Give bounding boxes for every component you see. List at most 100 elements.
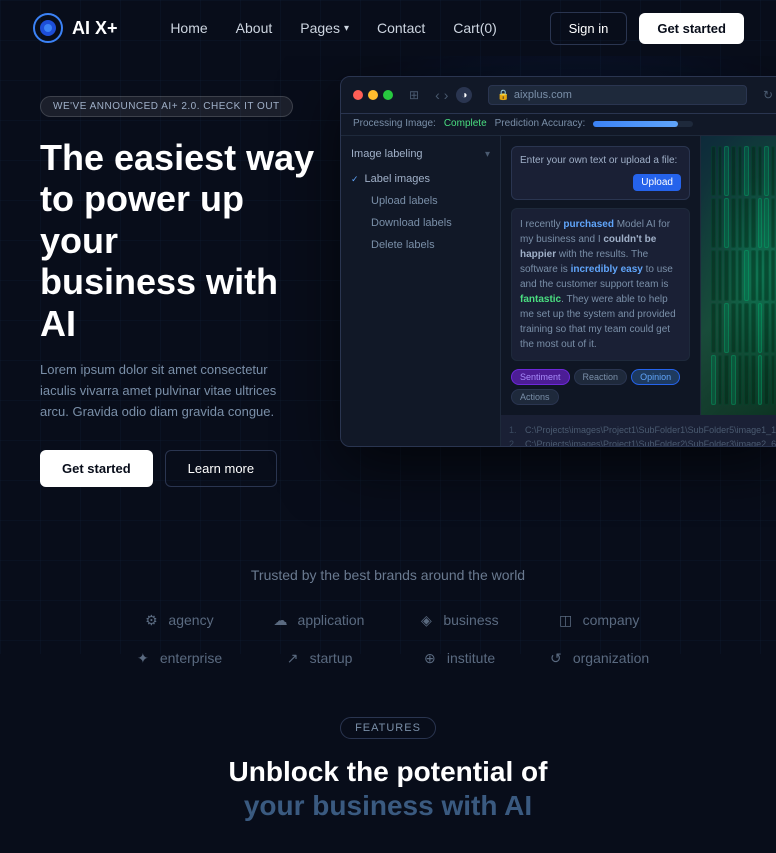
sidebar-item-delete-labels[interactable]: Delete labels xyxy=(341,234,500,256)
company-icon: ◫ xyxy=(557,611,575,629)
accuracy-label: Prediction Accuracy: xyxy=(495,118,586,129)
main-content: Enter your own text or upload a file: Up… xyxy=(501,136,776,446)
browser-mockup: ⊞ ‹ › ◑ 🔒 aixplus.com ↻ Processing Image… xyxy=(340,76,776,447)
brand-agency-label: agency xyxy=(168,612,213,628)
address-bar[interactable]: 🔒 aixplus.com xyxy=(488,85,747,105)
accuracy-bar xyxy=(593,121,693,127)
logo-icon xyxy=(32,12,64,44)
check-icon: ✓ xyxy=(351,174,359,185)
tag-actions[interactable]: Actions xyxy=(511,389,559,405)
chat-input-area: Enter your own text or upload a file: Up… xyxy=(511,146,690,200)
nav-home[interactable]: Home xyxy=(170,20,207,36)
sidebar-expand-icon[interactable]: ▾ xyxy=(485,149,490,160)
chat-tags: Sentiment Reaction Opinion Actions xyxy=(511,369,690,405)
file-list-item-2: 2. C:\Projects\images\Project1\SubFolder… xyxy=(509,437,776,447)
features-badge: Features xyxy=(340,717,436,739)
tag-opinion[interactable]: Opinion xyxy=(631,369,680,385)
chat-message: I recently purchased Model AI for my bus… xyxy=(511,208,690,361)
sidebar-title: Image labeling xyxy=(351,148,423,160)
nav-about[interactable]: About xyxy=(236,20,273,36)
brand-business[interactable]: ◈ business xyxy=(388,611,528,629)
business-icon: ◈ xyxy=(417,611,435,629)
address-text: aixplus.com xyxy=(514,89,572,101)
features-title-line2: your business with AI xyxy=(32,789,744,823)
hero-buttons: Get started Learn more xyxy=(40,450,320,487)
brand-company-label: company xyxy=(583,612,640,628)
nav-pages[interactable]: Pages ▾ xyxy=(300,20,349,36)
tag-reaction[interactable]: Reaction xyxy=(574,369,628,385)
signin-button[interactable]: Sign in xyxy=(550,12,628,45)
tag-sentiment[interactable]: Sentiment xyxy=(511,369,570,385)
processing-status: Complete xyxy=(444,118,487,129)
nav-cart[interactable]: Cart(0) xyxy=(453,20,497,36)
nav-links: Home About Pages ▾ Contact Cart(0) xyxy=(170,20,497,36)
brands-grid: ⚙ agency ☁ application ◈ business ◫ comp… xyxy=(108,611,668,667)
sidebar-panel: Image labeling ▾ ✓ Label images Upload l… xyxy=(341,136,501,446)
top-row: Enter your own text or upload a file: Up… xyxy=(501,136,776,415)
file-list-panel: 1. C:\Projects\images\Project1\SubFolder… xyxy=(501,415,776,447)
browser-content: Image labeling ▾ ✓ Label images Upload l… xyxy=(341,136,776,446)
accuracy-fill xyxy=(593,121,678,127)
navbar: AI X+ Home About Pages ▾ Contact Cart(0)… xyxy=(0,0,776,56)
sidebar-item-label-images[interactable]: ✓ Label images xyxy=(341,168,500,190)
application-icon: ☁ xyxy=(272,611,290,629)
trusted-title: Trusted by the best brands around the wo… xyxy=(32,567,744,583)
brand-organization[interactable]: ↺ organization xyxy=(528,649,668,667)
browser-nav: ‹ › xyxy=(435,87,448,103)
dot-red xyxy=(353,90,363,100)
brand-company[interactable]: ◫ company xyxy=(528,611,668,629)
browser-dots xyxy=(353,90,393,100)
lock-icon: 🔒 xyxy=(497,90,509,101)
brand-agency[interactable]: ⚙ agency xyxy=(108,611,248,629)
brand-business-label: business xyxy=(443,612,498,628)
hero-section: We've announced AI+ 2.0. Check it out Th… xyxy=(0,56,776,527)
hero-getstarted-button[interactable]: Get started xyxy=(40,450,153,487)
organization-icon: ↺ xyxy=(547,649,565,667)
forward-icon[interactable]: › xyxy=(444,87,449,103)
theme-toggle[interactable]: ◑ xyxy=(456,87,472,103)
file-list-item-1: 1. C:\Projects\images\Project1\SubFolder… xyxy=(509,423,776,437)
announcement-badge[interactable]: We've announced AI+ 2.0. Check it out xyxy=(40,96,293,117)
hero-right: ⊞ ‹ › ◑ 🔒 aixplus.com ↻ Processing Image… xyxy=(340,56,776,527)
upload-button[interactable]: Upload xyxy=(633,174,681,191)
getstarted-nav-button[interactable]: Get started xyxy=(639,13,744,44)
dot-green xyxy=(383,90,393,100)
chat-label: Enter your own text or upload a file: xyxy=(520,155,681,166)
brand-startup-label: startup xyxy=(310,650,353,666)
keys-grid xyxy=(711,146,776,405)
processing-bar: Processing Image: Complete Prediction Ac… xyxy=(341,114,776,136)
grid-icon: ⊞ xyxy=(409,88,419,102)
nav-contact[interactable]: Contact xyxy=(377,20,425,36)
sidebar-item-download-labels[interactable]: Download labels xyxy=(341,212,500,234)
logo[interactable]: AI X+ xyxy=(32,12,118,44)
features-title-line1: Unblock the potential of xyxy=(32,755,744,789)
logo-text: AI X+ xyxy=(72,18,118,39)
brand-enterprise-label: enterprise xyxy=(160,650,222,666)
brand-enterprise[interactable]: ✦ enterprise xyxy=(108,649,248,667)
hero-learnmore-button[interactable]: Learn more xyxy=(165,450,277,487)
enterprise-icon: ✦ xyxy=(134,649,152,667)
agency-icon: ⚙ xyxy=(142,611,160,629)
chat-panel: Enter your own text or upload a file: Up… xyxy=(501,136,701,415)
nav-actions: Sign in Get started xyxy=(550,12,744,45)
brand-institute-label: institute xyxy=(447,650,495,666)
brand-application[interactable]: ☁ application xyxy=(248,611,388,629)
brand-application-label: application xyxy=(298,612,365,628)
brand-organization-label: organization xyxy=(573,650,649,666)
brand-startup[interactable]: ↗ startup xyxy=(248,649,388,667)
image-panel xyxy=(701,136,776,415)
sidebar-header: Image labeling ▾ xyxy=(341,144,500,168)
hero-left: We've announced AI+ 2.0. Check it out Th… xyxy=(0,56,320,527)
hero-title: The easiest way to power up your busines… xyxy=(40,137,320,344)
back-icon[interactable]: ‹ xyxy=(435,87,440,103)
processing-label: Processing Image: xyxy=(353,118,436,129)
startup-icon: ↗ xyxy=(284,649,302,667)
features-section: Features Unblock the potential of your b… xyxy=(0,697,776,852)
refresh-icon[interactable]: ↻ xyxy=(763,88,773,102)
hero-description: Lorem ipsum dolor sit amet consectetur i… xyxy=(40,360,300,422)
sidebar-item-upload-labels[interactable]: Upload labels xyxy=(341,190,500,212)
keyboard-visual xyxy=(701,136,776,415)
browser-icons: ⊞ xyxy=(409,88,419,102)
brand-institute[interactable]: ⊕ institute xyxy=(388,649,528,667)
dot-yellow xyxy=(368,90,378,100)
